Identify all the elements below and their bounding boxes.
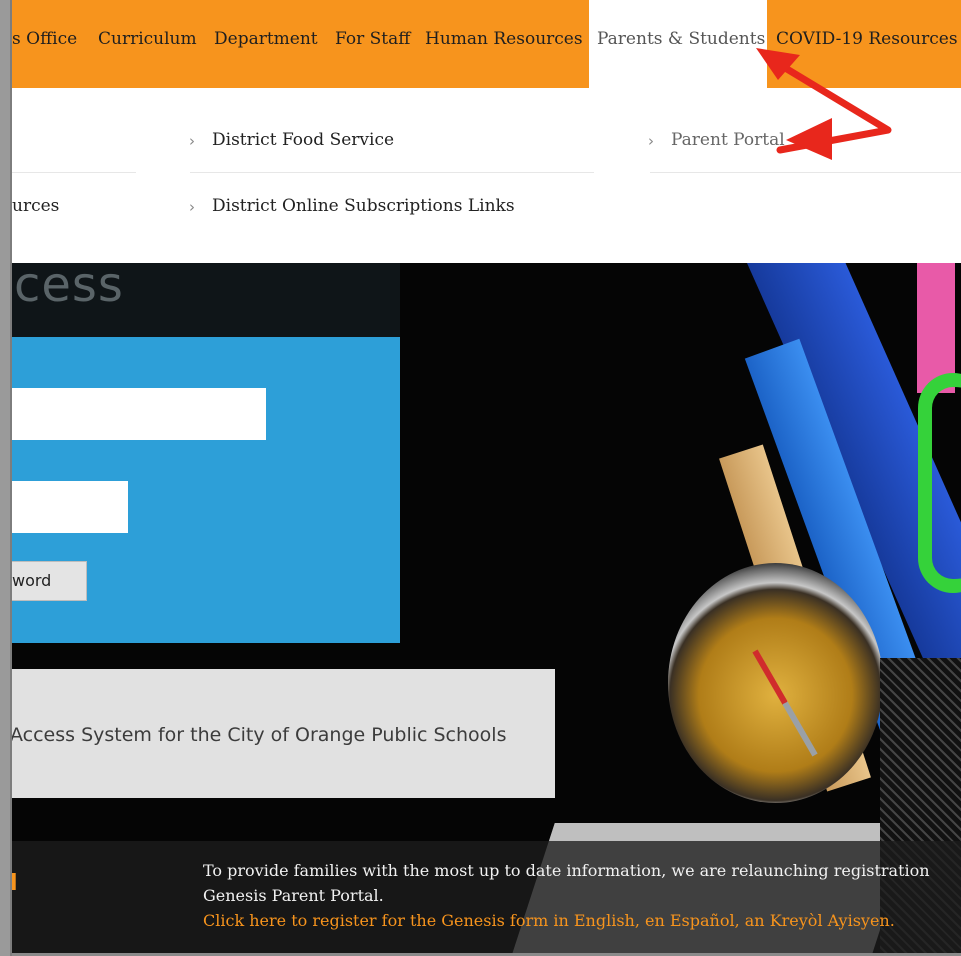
login-panel-header: cess <box>12 263 400 337</box>
divider <box>12 172 136 173</box>
hero-banner: cess word Access System for the City of … <box>12 263 961 956</box>
nav-item-curriculum[interactable]: Curriculum <box>98 0 197 78</box>
nav-item-for-staff[interactable]: For Staff <box>335 0 410 78</box>
dropdown-item-resources[interactable]: urces <box>12 196 59 216</box>
login-panel-title: cess <box>14 263 124 313</box>
caption-heading: l <box>12 871 18 896</box>
system-info-box: Access System for the City of Orange Pub… <box>12 669 555 798</box>
chevron-right-icon: › <box>189 132 195 150</box>
divider <box>190 172 594 173</box>
nav-item-covid-resources[interactable]: COVID-19 Resources <box>776 0 958 78</box>
caption-text: Genesis Parent Portal. <box>203 886 384 905</box>
hero-caption <box>12 841 961 956</box>
parents-students-dropdown: urces › District Food Service › District… <box>12 88 961 263</box>
system-info-text: Access System for the City of Orange Pub… <box>12 724 507 746</box>
nav-item-office[interactable]: s Office <box>12 0 77 78</box>
caption-text: To provide families with the most up to … <box>203 861 930 880</box>
main-nav: s Office Curriculum Department For Staff… <box>12 0 961 88</box>
browser-frame: s Office Curriculum Department For Staff… <box>10 0 961 956</box>
nav-item-department[interactable]: Department <box>214 0 318 78</box>
chevron-right-icon: › <box>648 132 654 150</box>
divider <box>650 172 961 173</box>
dropdown-item-parent-portal[interactable]: Parent Portal <box>671 130 785 150</box>
username-field <box>12 388 266 440</box>
nav-item-human-resources[interactable]: Human Resources <box>425 0 583 78</box>
dropdown-item-online-subscriptions[interactable]: District Online Subscriptions Links <box>212 196 515 216</box>
register-genesis-link[interactable]: Click here to register for the Genesis f… <box>203 911 895 930</box>
hero-photo-pencil <box>918 373 961 593</box>
chevron-right-icon: › <box>189 198 195 216</box>
nav-item-parents-students[interactable]: Parents & Students <box>589 0 767 88</box>
forgot-password-button: word <box>12 561 87 601</box>
dropdown-item-food-service[interactable]: District Food Service <box>212 130 394 150</box>
password-field <box>12 481 128 533</box>
